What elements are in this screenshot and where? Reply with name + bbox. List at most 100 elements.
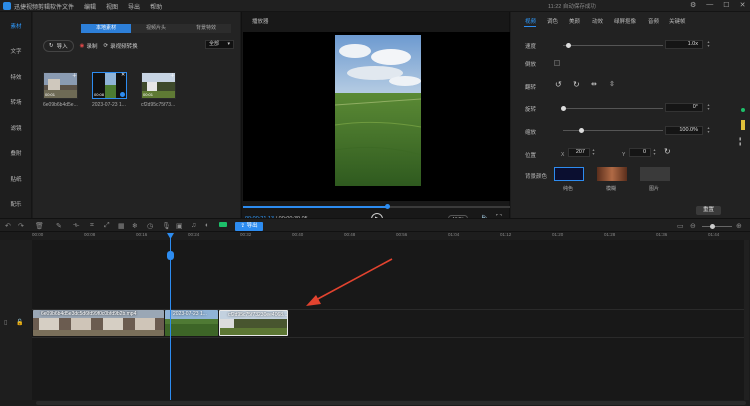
menu-view[interactable]: 视图 (106, 2, 118, 11)
redo-icon[interactable]: ↷ (18, 222, 24, 230)
timeline-clip-3[interactable]: cf2d95c75f73230ee4068... (219, 310, 288, 336)
timeline-clip-2[interactable]: 2023-07-23 1... (165, 310, 218, 336)
sidebar-item-music[interactable]: 配乐 (0, 200, 32, 208)
zoom-slider[interactable] (702, 224, 732, 229)
save-status: 11:22 自动保存成功 (548, 4, 596, 10)
clip-name: cf2d95c75f73230ee4068... (228, 312, 288, 318)
image-icon[interactable]: ▣ (176, 222, 183, 230)
position-y-stepper[interactable]: ▲ ▼ (652, 148, 657, 157)
sidebar-item-overlay[interactable]: 叠附 (0, 149, 32, 157)
rotate-input[interactable]: 0° (665, 103, 703, 112)
minimize-icon[interactable]: — (706, 1, 713, 9)
screen-record-button[interactable]: ⟳ 录视频转换 (103, 42, 137, 50)
timeline-vertical-scrollbar[interactable] (744, 240, 749, 400)
microphone-icon[interactable]: 🎙 (162, 222, 171, 230)
zoom-slider-handle[interactable] (710, 224, 715, 229)
menu-export[interactable]: 导出 (128, 2, 140, 11)
rotate-stepper[interactable]: ▲ ▼ (706, 103, 711, 112)
speed-slider[interactable] (563, 43, 663, 48)
sidebar-item-filters[interactable]: 滤镜 (0, 124, 32, 132)
freeze-icon[interactable]: ❄ (132, 222, 138, 230)
playback-scrubber-handle[interactable] (385, 204, 391, 209)
menu-edit[interactable]: 编辑 (84, 2, 96, 11)
tab-beauty[interactable]: 美颜 (569, 17, 580, 25)
filter-dropdown[interactable]: 全部 ▾ (205, 40, 234, 49)
split-icon[interactable]: ⟛ (73, 222, 79, 230)
rotate-right-icon[interactable]: ↻ (573, 80, 580, 89)
flip-vertical-icon[interactable]: ⇳ (609, 80, 615, 88)
thumbnail-duration: 00:01 (45, 92, 56, 97)
timeline-clip-1[interactable]: 6e09b6b4d5e3dc5d6fd99f0c0bfd9b2b.mp4 (33, 310, 164, 336)
reset-position-icon[interactable]: ↻ (664, 147, 671, 156)
position-y-input[interactable]: 0 (629, 148, 651, 157)
music-icon[interactable]: ♫ (191, 222, 196, 229)
delete-icon[interactable]: ✕ (121, 72, 125, 78)
reverse-checkbox[interactable] (554, 60, 560, 66)
ruler-tick-label: 00:40 (292, 232, 304, 237)
playhead-handle[interactable] (167, 251, 174, 260)
speed-stepper[interactable]: ▲ ▼ (706, 40, 711, 49)
playback-progress-bar[interactable] (243, 204, 510, 209)
duration-icon[interactable]: ◷ (147, 222, 153, 230)
timeline-ruler[interactable]: 00:00 00:08 00:16 00:24 00:32 00:40 00:48 00:56… (32, 232, 750, 240)
speed-input[interactable]: 1.0x (665, 40, 703, 49)
maximize-icon[interactable]: ☐ (723, 1, 729, 9)
trash-icon[interactable]: 🗑 (35, 222, 44, 230)
green-badge-icon[interactable] (219, 222, 227, 227)
tab-keyframe[interactable]: 关键帧 (669, 17, 686, 25)
tab-color[interactable]: 调色 (547, 17, 558, 25)
bg-blur-option[interactable] (597, 167, 627, 181)
screen-record-label: 录视频转换 (110, 44, 138, 50)
mosaic-icon[interactable]: ▦ (118, 222, 125, 230)
add-to-timeline-icon[interactable]: ＋ (170, 72, 175, 79)
ruler-tick-label: 00:48 (344, 232, 356, 237)
fit-timeline-icon[interactable]: ▭ (677, 222, 684, 230)
menu-file[interactable]: 文件 (62, 2, 74, 11)
timeline-tracks[interactable]: 6e09b6b4d5e3dc5d6fd99f0c0bfd9b2b.mp4 202… (32, 240, 744, 400)
tab-green-screen[interactable]: 绿屏抠像 (614, 17, 636, 25)
crop-icon[interactable]: ⌗ (90, 222, 94, 230)
sidebar-item-text[interactable]: 文字 (0, 47, 32, 55)
lock-track-icon[interactable]: 🔓 (16, 319, 23, 326)
reset-button[interactable]: 重置 (696, 206, 721, 215)
bg-image-option[interactable] (640, 167, 670, 181)
edit-icon[interactable]: ✎ (56, 222, 62, 230)
tab-audio[interactable]: 音频 (648, 17, 659, 25)
rotate-slider[interactable] (561, 106, 663, 111)
position-x-stepper[interactable]: ▲ ▼ (591, 148, 596, 157)
rotate-left-icon[interactable]: ↺ (555, 80, 562, 89)
preview-canvas[interactable] (243, 32, 510, 201)
timeline-horizontal-scrollbar[interactable] (36, 401, 746, 405)
adjust-icon[interactable]: ◐ (205, 222, 209, 229)
sidebar-item-material[interactable]: 素材 (0, 22, 32, 30)
sidebar-item-effects[interactable]: 特效 (0, 73, 32, 81)
bg-solid-option[interactable] (554, 167, 584, 181)
record-button[interactable]: ◉ 录制 (80, 42, 98, 50)
close-icon[interactable]: ✕ (740, 1, 746, 9)
export-button[interactable]: ⇪ 导出 (235, 222, 263, 231)
scale-stepper[interactable]: ▲ ▼ (706, 126, 711, 135)
position-x-input[interactable]: 207 (568, 148, 590, 157)
rotate-slider-handle[interactable] (561, 106, 566, 111)
tab-background-effects[interactable]: 背景特效 (181, 24, 231, 33)
scale-slider[interactable] (563, 128, 663, 133)
tab-video-intro[interactable]: 视频片头 (131, 24, 181, 33)
speed-slider-handle[interactable] (566, 43, 571, 48)
position-x-label: X (561, 152, 565, 158)
undo-icon[interactable]: ↶ (5, 222, 11, 230)
settings-icon[interactable]: ⚙ (690, 1, 696, 9)
add-to-timeline-icon[interactable]: ＋ (72, 72, 77, 79)
zoom-in-icon[interactable]: ⊕ (736, 222, 742, 230)
resize-icon[interactable]: ⤢ (104, 222, 110, 230)
tab-local-media[interactable]: 本地素材 (81, 24, 131, 33)
sidebar-item-transitions[interactable]: 转场 (0, 98, 32, 106)
tab-motion[interactable]: 动效 (592, 17, 603, 25)
zoom-out-icon[interactable]: ⊖ (690, 222, 696, 230)
import-button[interactable]: ↻ 导入 (43, 40, 74, 52)
scale-input[interactable]: 100.0% (665, 126, 703, 135)
menu-help[interactable]: 帮助 (150, 2, 162, 11)
flip-horizontal-icon[interactable]: ⇹ (591, 80, 597, 88)
scale-slider-handle[interactable] (579, 128, 584, 133)
tab-video[interactable]: 视频 (525, 17, 536, 25)
sidebar-item-stickers[interactable]: 贴纸 (0, 175, 32, 183)
